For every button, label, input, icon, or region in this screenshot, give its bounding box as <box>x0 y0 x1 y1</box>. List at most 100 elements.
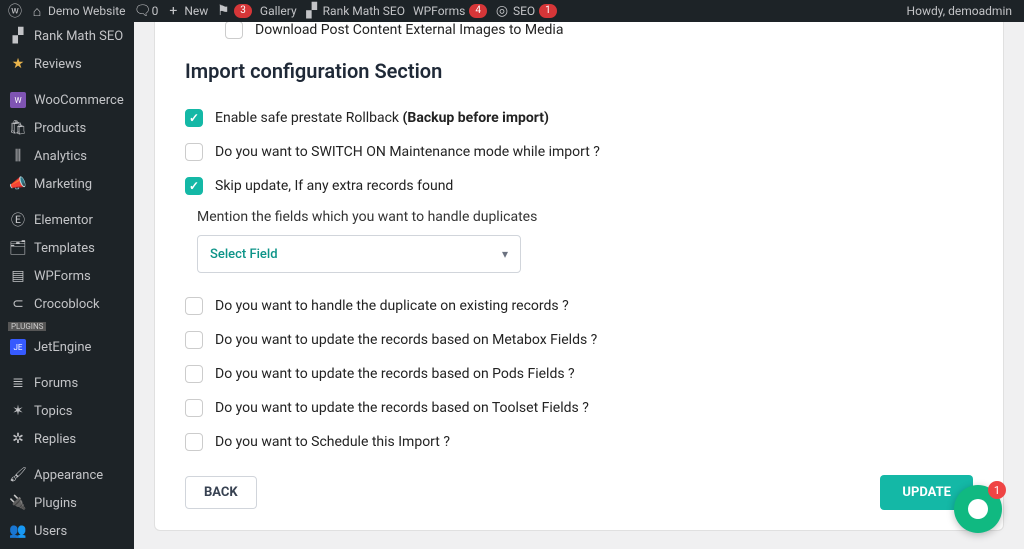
sidebar-item-label: Topics <box>34 404 73 419</box>
sidebar-item-forums[interactable]: ≣Forums <box>0 369 134 397</box>
sidebar-item-tools[interactable]: 🔧Tools <box>0 545 134 549</box>
checkbox-metabox[interactable] <box>185 331 203 349</box>
select-placeholder: Select Field <box>210 247 278 262</box>
rankmath-link[interactable]: ▞ Rank Math SEO <box>305 3 405 19</box>
megaphone-icon: 📣 <box>10 176 26 192</box>
sidebar-item-users[interactable]: 👥Users <box>0 517 134 545</box>
sidebar-item-label: Users <box>34 524 67 539</box>
seo-link[interactable]: ◎SEO1 <box>495 3 557 19</box>
sidebar-item-label: Marketing <box>34 177 92 192</box>
seo-badge: 1 <box>539 4 557 18</box>
wpforms-label: WPForms <box>413 4 465 18</box>
sidebar-item-elementor[interactable]: ⒺElementor <box>0 206 134 234</box>
option-rollback: ✓ Enable safe prestate Rollback (Backup … <box>185 101 973 135</box>
analytics-icon: ⫼ <box>10 148 26 164</box>
rankmath-label: Rank Math SEO <box>323 4 405 18</box>
checkbox-maintenance[interactable] <box>185 143 203 161</box>
plugin-icon: 🔌 <box>10 495 26 511</box>
option-label: Do you want to update the records based … <box>215 366 575 382</box>
option-toolset: Do you want to update the records based … <box>185 391 973 425</box>
option-maintenance: Do you want to SWITCH ON Maintenance mod… <box>185 135 973 169</box>
gallery-link[interactable]: Gallery <box>260 4 297 18</box>
checkbox-schedule[interactable] <box>185 433 203 451</box>
option-schedule: Do you want to Schedule this Import ? <box>185 425 973 459</box>
sidebar-item-woocommerce[interactable]: W WooCommerce <box>0 86 134 114</box>
site-link[interactable]: ⌂Demo Website <box>30 3 126 20</box>
plugins-tag: PLUGINS <box>8 322 46 331</box>
sidebar-item-replies[interactable]: ✲ Replies <box>0 425 134 453</box>
option-pods: Do you want to update the records based … <box>185 357 973 391</box>
sidebar-item-marketing[interactable]: 📣 Marketing <box>0 170 134 198</box>
sidebar-item-wpforms[interactable]: ▤WPForms <box>0 262 134 290</box>
sidebar-item-topics[interactable]: ✶Topics <box>0 397 134 425</box>
sidebar-item-crocoblock[interactable]: ⊂Crocoblock <box>0 290 134 318</box>
jet-icon: JE <box>10 339 26 355</box>
admin-bar: ⓦ ⌂Demo Website 🗨0 +New ⚑3 Gallery ▞ Rank… <box>0 0 1024 22</box>
section-title: Import configuration Section <box>185 59 973 83</box>
sidebar-item-reviews[interactable]: ★ Reviews <box>0 50 134 78</box>
option-label: Do you want to update the records based … <box>215 400 589 416</box>
checkbox-pods[interactable] <box>185 365 203 383</box>
sidebar-item-rankmath[interactable]: ▞ Rank Math SEO <box>0 22 134 50</box>
howdy-link[interactable]: Howdy, demoadmin <box>907 4 1012 18</box>
select-field-duplicates[interactable]: Select Field ▾ <box>197 235 521 273</box>
sidebar-item-plugins[interactable]: 🔌 Plugins <box>0 489 134 517</box>
star-icon: ★ <box>10 56 26 72</box>
replies-icon: ✲ <box>10 431 26 447</box>
new-label: New <box>184 4 208 18</box>
chevron-down-icon: ▾ <box>502 247 508 261</box>
checkbox-skip-update[interactable]: ✓ <box>185 177 203 195</box>
woo-icon: W <box>10 92 26 108</box>
sidebar-item-label: Crocoblock <box>34 297 100 312</box>
bottom-actions: BACK UPDATE <box>185 475 973 510</box>
check-icon: ✓ <box>189 179 199 193</box>
option-label: Do you want to update the records based … <box>215 332 597 348</box>
chart-icon: ▞ <box>305 3 319 19</box>
sidebar-item-products[interactable]: 🛍Products <box>0 114 134 142</box>
sidebar-item-label: Rank Math SEO <box>34 29 123 44</box>
wp-logo[interactable]: ⓦ <box>8 1 22 21</box>
sidebar-item-templates[interactable]: 🗂Templates <box>0 234 134 262</box>
chat-badge: 1 <box>988 481 1006 499</box>
checkbox-rollback[interactable]: ✓ <box>185 109 203 127</box>
notif-link[interactable]: ⚑3 <box>216 3 252 19</box>
option-label: Do you want to handle the duplicate on e… <box>215 298 569 314</box>
admin-sidebar: ▞ Rank Math SEO ★ Reviews W WooCommerce 🛍Pr… <box>0 22 134 549</box>
sidebar-item-label: WPForms <box>34 269 91 284</box>
notif-badge: 3 <box>234 4 252 18</box>
sidebar-item-label: Reviews <box>34 57 82 72</box>
new-link[interactable]: +New <box>166 3 208 19</box>
archive-icon: 🛍 <box>10 120 26 136</box>
option-download-images: Download Post Content External Images to… <box>185 22 973 45</box>
sidebar-item-analytics[interactable]: ⫼ Analytics <box>0 142 134 170</box>
admin-bar-right: Howdy, demoadmin <box>907 4 1024 18</box>
back-button[interactable]: BACK <box>185 476 257 509</box>
import-card: Download Post Content External Images to… <box>154 22 1004 531</box>
comments-count: 0 <box>152 4 159 18</box>
chart-icon: ▞ <box>10 28 26 44</box>
sidebar-item-label: JetEngine <box>34 340 91 355</box>
elementor-icon: Ⓔ <box>10 212 26 228</box>
sidebar-item-label: Replies <box>34 432 76 447</box>
home-icon: ⌂ <box>30 3 44 20</box>
sidebar-item-appearance[interactable]: 🖌Appearance <box>0 461 134 489</box>
option-metabox: Do you want to update the records based … <box>185 323 973 357</box>
forums-icon: ≣ <box>10 375 26 391</box>
main-content: Download Post Content External Images to… <box>134 22 1024 549</box>
wpforms-link[interactable]: WPForms4 <box>413 4 487 18</box>
sidebar-item-label: Plugins <box>34 496 77 511</box>
chat-icon <box>968 499 988 519</box>
option-handle-duplicate: Do you want to handle the duplicate on e… <box>185 289 973 323</box>
seo-label: SEO <box>513 4 535 18</box>
option-label: Do you want to SWITCH ON Maintenance mod… <box>215 144 600 160</box>
checkbox-toolset[interactable] <box>185 399 203 417</box>
checkbox-handle-duplicate[interactable] <box>185 297 203 315</box>
chat-bubble[interactable]: 1 <box>954 485 1002 533</box>
checkbox-download-images[interactable] <box>225 22 243 39</box>
option-label: Skip update, If any extra records found <box>215 178 453 194</box>
sidebar-item-label: WooCommerce <box>34 93 124 108</box>
sidebar-item-label: Analytics <box>34 149 87 164</box>
option-skip-update: ✓ Skip update, If any extra records foun… <box>185 169 973 203</box>
comments-link[interactable]: 🗨0 <box>134 3 159 19</box>
sidebar-item-jetengine[interactable]: JE JetEngine <box>0 333 134 361</box>
